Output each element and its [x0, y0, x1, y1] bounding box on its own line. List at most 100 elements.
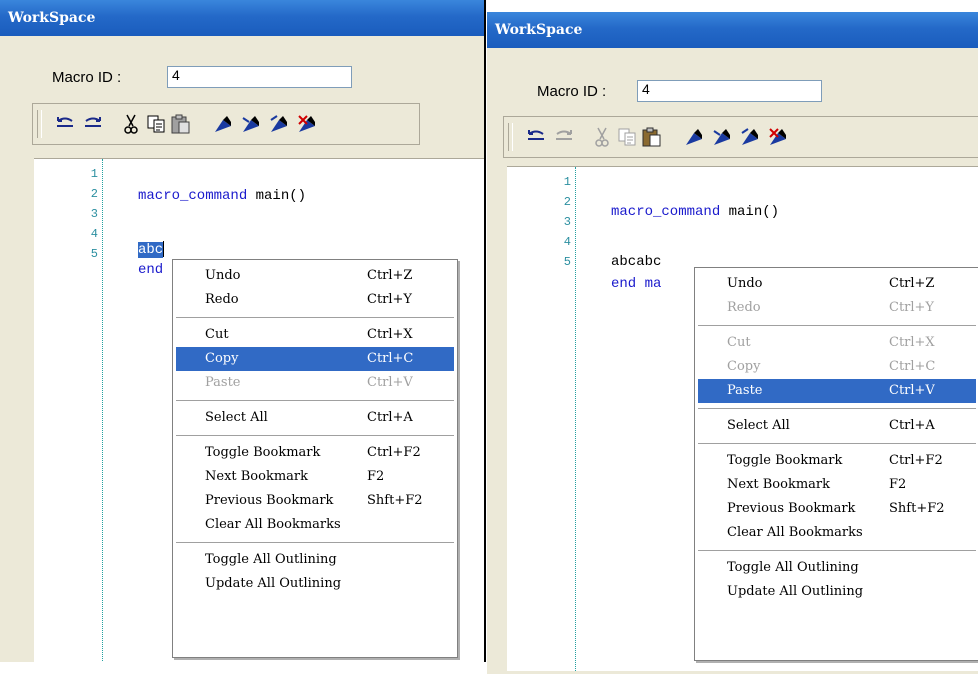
code-line[interactable]: macro_command main() [611, 203, 779, 221]
cut-icon[interactable] [119, 112, 143, 136]
menu-item-paste[interactable]: Paste Ctrl+V [176, 371, 454, 395]
menu-shortcut: Ctrl+V [889, 383, 935, 398]
code-line[interactable]: end ma [611, 275, 661, 293]
undo-icon[interactable] [524, 125, 548, 149]
menu-item-next-bookmark[interactable]: Next Bookmark F2 [698, 473, 976, 497]
menu-label: Redo [727, 300, 761, 315]
paste-icon[interactable] [169, 112, 193, 136]
line-number: 3 [563, 215, 571, 229]
prev-bookmark-icon[interactable] [738, 125, 762, 149]
clear-bookmarks-icon[interactable] [766, 125, 790, 149]
toolbar-grip[interactable] [508, 123, 513, 151]
menu-item-clear-bookmarks[interactable]: Clear All Bookmarks [176, 513, 454, 537]
next-bookmark-icon[interactable] [710, 125, 734, 149]
code-line[interactable]: abcabc [611, 253, 661, 271]
menu-label: Previous Bookmark [727, 501, 856, 516]
code-line[interactable]: end [138, 261, 163, 279]
menu-separator [698, 325, 976, 326]
toolbar-grip[interactable] [37, 110, 42, 138]
menu-label: Clear All Bookmarks [205, 517, 341, 532]
menu-shortcut: Ctrl+C [367, 351, 414, 366]
menu-label: Toggle Bookmark [205, 445, 321, 460]
editor-toolbar [32, 103, 420, 145]
menu-label: Redo [205, 292, 239, 307]
menu-separator [176, 435, 454, 436]
menu-shortcut: F2 [367, 469, 385, 484]
selected-text: abc [138, 242, 164, 258]
menu-item-undo[interactable]: Undo Ctrl+Z [176, 264, 454, 288]
line-number: 1 [563, 175, 571, 189]
menu-shortcut: Ctrl+Z [889, 276, 935, 291]
macro-id-field[interactable]: 4 [167, 66, 352, 88]
menu-item-paste[interactable]: Paste Ctrl+V [698, 379, 976, 403]
menu-shortcut: Shft+F2 [367, 493, 423, 508]
code-line[interactable]: abc [138, 241, 165, 259]
menu-item-toggle-bookmark[interactable]: Toggle Bookmark Ctrl+F2 [176, 441, 454, 465]
copy-icon[interactable] [145, 112, 169, 136]
line-number: 4 [90, 227, 98, 241]
menu-label: Next Bookmark [727, 477, 831, 492]
menu-shortcut: Ctrl+Y [367, 292, 413, 307]
menu-item-undo[interactable]: Undo Ctrl+Z [698, 272, 976, 296]
menu-item-select-all[interactable]: Select All Ctrl+A [176, 406, 454, 430]
window-title: WorkSpace [0, 0, 484, 36]
menu-item-cut[interactable]: Cut Ctrl+X [698, 331, 976, 355]
menu-label: Select All [727, 418, 790, 433]
copy-icon[interactable] [616, 125, 640, 149]
menu-label: Toggle All Outlining [205, 552, 337, 567]
toggle-bookmark-icon[interactable] [211, 112, 235, 136]
menu-label: Toggle All Outlining [727, 560, 859, 575]
menu-label: Copy [727, 359, 761, 374]
menu-label: Paste [727, 383, 763, 398]
menu-label: Next Bookmark [205, 469, 309, 484]
menu-item-cut[interactable]: Cut Ctrl+X [176, 323, 454, 347]
code-text: main() [720, 204, 780, 220]
menu-shortcut: Ctrl+Y [889, 300, 935, 315]
prev-bookmark-icon[interactable] [267, 112, 291, 136]
window-title: WorkSpace [487, 12, 978, 48]
clear-bookmarks-icon[interactable] [295, 112, 319, 136]
menu-label: Previous Bookmark [205, 493, 334, 508]
code-line[interactable]: macro_command main() [138, 187, 306, 205]
redo-icon[interactable] [552, 125, 576, 149]
paste-icon[interactable] [640, 125, 664, 149]
next-bookmark-icon[interactable] [239, 112, 263, 136]
line-number: 1 [90, 167, 98, 181]
macro-id-field[interactable]: 4 [637, 80, 822, 102]
menu-item-next-bookmark[interactable]: Next Bookmark F2 [176, 465, 454, 489]
macro-id-row: Macro ID : 4 [52, 66, 352, 90]
menu-separator [176, 542, 454, 543]
menu-item-redo[interactable]: Redo Ctrl+Y [698, 296, 976, 320]
menu-item-update-outlining[interactable]: Update All Outlining [176, 572, 454, 596]
menu-label: Cut [205, 327, 229, 342]
menu-item-select-all[interactable]: Select All Ctrl+A [698, 414, 976, 438]
menu-label: Select All [205, 410, 268, 425]
menu-item-redo[interactable]: Redo Ctrl+Y [176, 288, 454, 312]
menu-item-update-outlining[interactable]: Update All Outlining [698, 580, 976, 604]
menu-item-toggle-outlining[interactable]: Toggle All Outlining [176, 548, 454, 572]
cut-icon[interactable] [590, 125, 614, 149]
toggle-bookmark-icon[interactable] [682, 125, 706, 149]
macro-id-label: Macro ID : [537, 83, 607, 100]
line-number: 2 [563, 195, 571, 209]
code-keyword: macro_command [138, 188, 248, 204]
menu-shortcut: Ctrl+F2 [889, 453, 943, 468]
undo-icon[interactable] [53, 112, 77, 136]
menu-item-previous-bookmark[interactable]: Previous Bookmark Shft+F2 [698, 497, 976, 521]
menu-item-toggle-bookmark[interactable]: Toggle Bookmark Ctrl+F2 [698, 449, 976, 473]
menu-item-clear-bookmarks[interactable]: Clear All Bookmarks [698, 521, 976, 545]
redo-icon[interactable] [81, 112, 105, 136]
macro-id-label: Macro ID : [52, 69, 122, 86]
menu-item-toggle-outlining[interactable]: Toggle All Outlining [698, 556, 976, 580]
menu-label: Cut [727, 335, 751, 350]
menu-item-copy[interactable]: Copy Ctrl+C [698, 355, 976, 379]
menu-item-copy[interactable]: Copy Ctrl+C [176, 347, 454, 371]
menu-separator [698, 408, 976, 409]
menu-item-previous-bookmark[interactable]: Previous Bookmark Shft+F2 [176, 489, 454, 513]
line-number: 2 [90, 187, 98, 201]
text-caret [163, 241, 165, 258]
context-menu-right: Undo Ctrl+Z Redo Ctrl+Y Cut Ctrl+X Copy Ctrl… [694, 267, 978, 661]
menu-shortcut: Ctrl+Z [367, 268, 413, 283]
menu-shortcut: F2 [889, 477, 907, 492]
menu-shortcut: Ctrl+V [367, 375, 413, 390]
